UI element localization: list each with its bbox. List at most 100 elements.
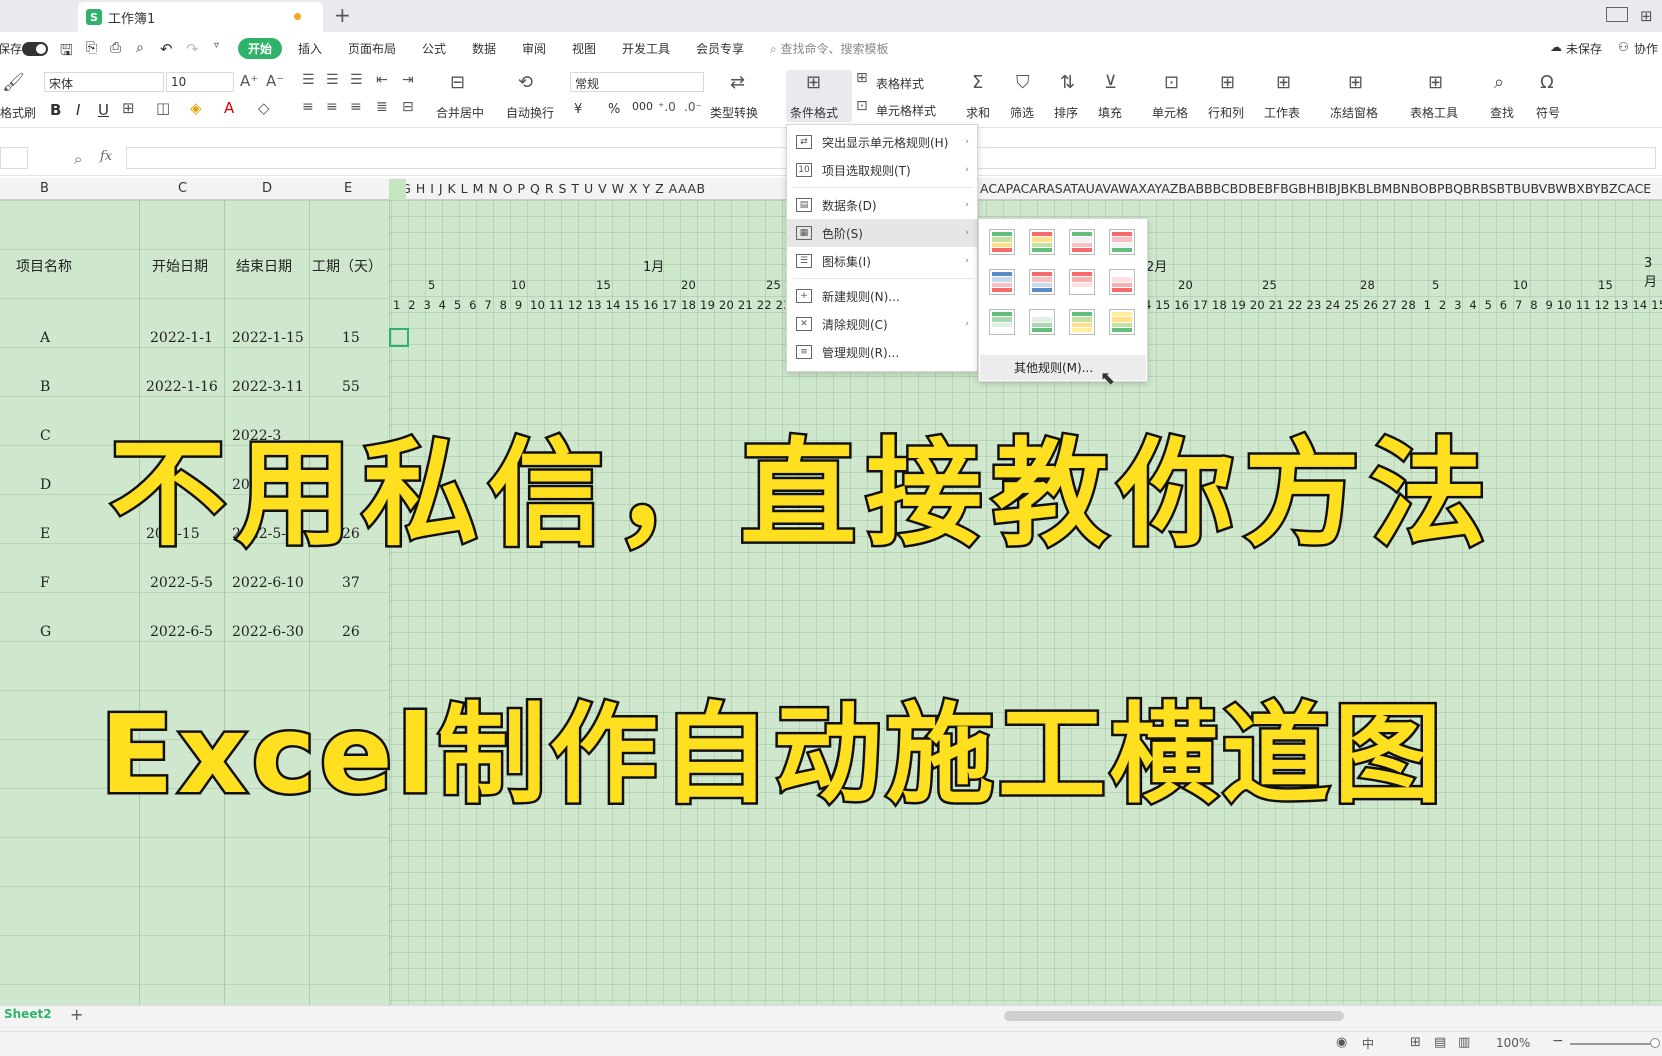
symbol-button[interactable]: 符号 (1536, 104, 1560, 121)
zoom-out-icon[interactable]: − (1552, 1033, 1564, 1049)
distribute-icon[interactable]: ⊟ (402, 99, 414, 115)
freeze-panes-button[interactable]: 冻结窗格 (1330, 104, 1378, 121)
menu-new-rule[interactable]: + 新建规则(N)... (787, 282, 977, 310)
align-right-icon[interactable]: ≡ (350, 99, 362, 115)
thousands-button[interactable]: 000 (632, 100, 653, 113)
percent-button[interactable]: % (608, 102, 620, 117)
grid-apps-icon[interactable]: ⊞ (1640, 7, 1653, 25)
clear-format-icon[interactable]: ◇ (258, 99, 270, 117)
merge-center-button[interactable]: 合并居中 (436, 104, 484, 121)
find-icon[interactable]: ⌕ (1494, 72, 1504, 93)
color-scale-swatch[interactable] (989, 229, 1015, 255)
menu-developer[interactable]: 开发工具 (622, 40, 670, 57)
worksheet-icon[interactable]: ⊞ (1276, 72, 1291, 93)
undo-icon[interactable]: ↶ (160, 40, 173, 58)
filter-button[interactable]: 筛选 (1010, 104, 1034, 121)
wrap-icon[interactable]: ⟲ (518, 72, 533, 93)
row-g-start[interactable]: 2022-6-5 (150, 624, 213, 640)
zoom-slider-handle[interactable] (1650, 1038, 1660, 1048)
cell-style-button[interactable]: 单元格样式 (876, 102, 936, 119)
command-search[interactable]: ⌕ 查找命令、搜索模板 (770, 40, 889, 57)
new-tab-button[interactable]: + (334, 3, 351, 27)
row-f-start[interactable]: 2022-5-5 (150, 575, 213, 591)
eye-protection-icon[interactable]: ◉ (1336, 1035, 1347, 1050)
redo-icon[interactable]: ↷ (186, 40, 199, 58)
menu-start[interactable]: 开始 (238, 38, 283, 59)
menu-formulas[interactable]: 公式 (422, 40, 446, 57)
col-header-d[interactable]: D (262, 181, 272, 196)
row-g-end[interactable]: 2022-6-30 (232, 624, 304, 640)
col-headers-narrow-right[interactable]: ACAPACARASATAUAVAWAXAYAZBABBBCBDBEBFBGBH… (980, 181, 1662, 196)
color-scale-swatch[interactable] (1029, 309, 1055, 335)
indent-increase-icon[interactable]: ⇥ (402, 72, 414, 88)
zoom-level[interactable]: 100% (1496, 1036, 1530, 1050)
workbook-tab[interactable]: S 工作簿1 (78, 2, 323, 32)
unsaved-status[interactable]: 未保存 (1566, 40, 1602, 57)
normal-view-icon[interactable]: ⊞ (1410, 1035, 1421, 1050)
menu-data-bars[interactable]: ▤ 数据条(D) › (787, 191, 977, 219)
row-b-start[interactable]: 2022-1-16 (146, 379, 218, 395)
col-header-e[interactable]: E (344, 181, 352, 196)
row-c-name[interactable]: C (40, 428, 51, 444)
rowcol-icon[interactable]: ⊞ (1220, 72, 1235, 93)
font-size-select[interactable]: 10 (166, 72, 234, 92)
menu-review[interactable]: 审阅 (522, 40, 546, 57)
fill-button[interactable]: 填充 (1098, 104, 1122, 121)
italic-button[interactable]: I (76, 101, 80, 119)
format-painter-label[interactable]: 格式刷 (0, 104, 36, 121)
decimal-increase-icon[interactable]: ⁺.0 (658, 100, 676, 114)
align-center-icon[interactable]: ≡ (326, 99, 338, 115)
print-icon[interactable]: ⎙ (110, 40, 121, 56)
symbol-icon[interactable]: Ω (1540, 72, 1554, 93)
format-painter-icon[interactable]: 🖌 (2, 72, 25, 93)
color-scale-swatch[interactable] (1069, 269, 1095, 295)
menu-data[interactable]: 数据 (472, 40, 496, 57)
number-format-select[interactable]: 常规 (570, 72, 704, 92)
horizontal-scrollbar[interactable] (1004, 1011, 1344, 1021)
preview-icon[interactable]: ⌕ (136, 40, 144, 56)
other-rules-item[interactable]: 其他规则(M)... (980, 355, 1146, 380)
row-g-days[interactable]: 26 (342, 624, 360, 640)
row-f-end[interactable]: 2022-6-10 (232, 575, 304, 591)
font-name-select[interactable]: 宋体 (44, 72, 164, 92)
page-layout-view-icon[interactable]: ▤ (1434, 1035, 1446, 1050)
row-a-end[interactable]: 2022-1-15 (232, 330, 304, 346)
zoom-slider[interactable] (1570, 1043, 1656, 1045)
menu-view[interactable]: 视图 (572, 40, 596, 57)
sum-icon[interactable]: Σ (972, 72, 983, 93)
table-style-button[interactable]: 表格样式 (876, 75, 924, 92)
sheet-tab-sheet2[interactable]: Sheet2 (4, 1007, 52, 1021)
row-b-name[interactable]: B (40, 379, 50, 395)
fx-icon[interactable]: fx (100, 149, 112, 164)
menu-member[interactable]: 会员专享 (696, 40, 744, 57)
zoom-formula-icon[interactable]: ⌕ (74, 150, 82, 168)
menu-insert[interactable]: 插入 (298, 40, 322, 57)
rowcol-button[interactable]: 行和列 (1208, 104, 1244, 121)
cell-button[interactable]: 单元格 (1152, 104, 1188, 121)
col-header-b[interactable]: B (40, 181, 49, 196)
bold-button[interactable]: B (50, 101, 61, 119)
type-convert-button[interactable]: 类型转换 (710, 104, 758, 121)
row-e-name[interactable]: E (40, 526, 50, 542)
currency-button[interactable]: ¥ (574, 102, 582, 117)
collab-button[interactable]: 协作 (1634, 40, 1658, 57)
sort-button[interactable]: 排序 (1054, 104, 1078, 121)
row-f-name[interactable]: F (40, 575, 50, 591)
align-middle-icon[interactable]: ☰ (326, 72, 339, 88)
row-d-name[interactable]: D (40, 477, 51, 493)
font-shrink-icon[interactable]: A⁻ (266, 72, 284, 90)
ime-indicator[interactable]: 中 (1362, 1035, 1374, 1052)
row-a-name[interactable]: A (40, 330, 50, 346)
row-a-days[interactable]: 15 (342, 330, 360, 346)
filter-icon[interactable]: ⛉ (1016, 72, 1030, 93)
cell-style-icon[interactable]: ⊡ (856, 98, 868, 114)
align-bottom-icon[interactable]: ☰ (350, 72, 363, 88)
font-grow-icon[interactable]: A⁺ (240, 72, 258, 90)
sort-icon[interactable]: ⇅ (1060, 72, 1075, 93)
window-layout-icon[interactable] (1606, 7, 1628, 22)
selected-cell[interactable] (389, 328, 409, 347)
menu-clear-rules[interactable]: ✕ 清除规则(C) › (787, 310, 977, 338)
row-g-name[interactable]: G (40, 624, 51, 640)
color-scale-swatch[interactable] (1029, 269, 1055, 295)
wrap-text-button[interactable]: 自动换行 (506, 104, 554, 121)
